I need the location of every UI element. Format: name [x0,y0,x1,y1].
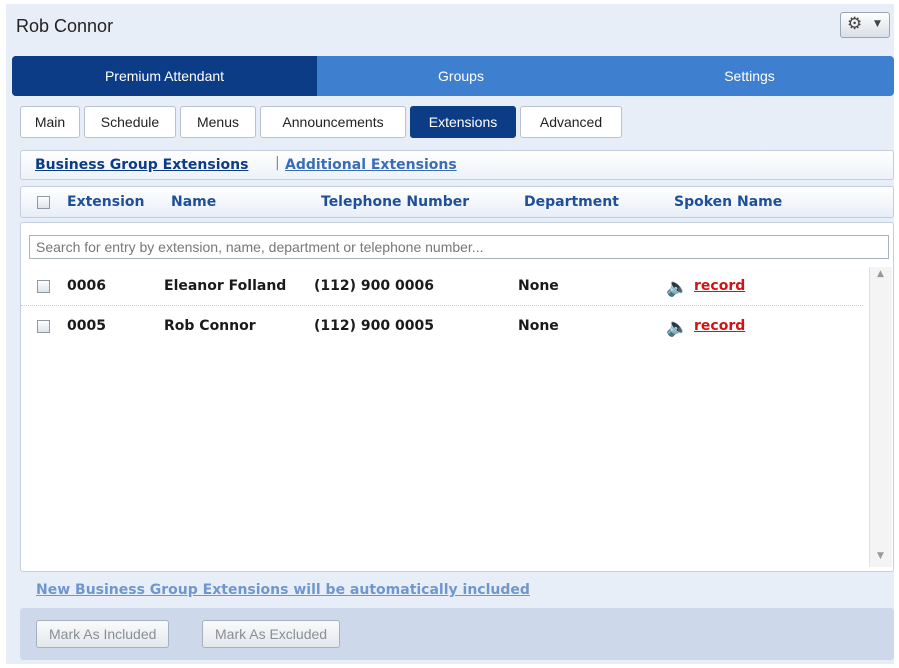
tab-premium-attendant[interactable]: Premium Attendant [12,56,317,96]
mark-as-excluded-button[interactable]: Mark As Excluded [202,620,341,648]
column-department[interactable]: Department [524,194,619,210]
column-spoken-name[interactable]: Spoken Name [674,194,782,210]
scroll-down-icon[interactable]: ▼ [877,551,884,561]
title-bar: Rob Connor ⚙ ▼ [6,4,894,52]
column-telephone-number[interactable]: Telephone Number [321,194,469,210]
table-row[interactable]: 0006 Eleanor Folland (112) 900 0006 None… [21,269,863,306]
extension-list: 0006 Eleanor Folland (112) 900 0006 None… [20,222,894,572]
subtab-menus[interactable]: Menus [180,106,256,138]
main-tab-bar: Premium Attendant Groups Settings [12,56,894,96]
auto-include-note-link[interactable]: New Business Group Extensions will be au… [36,582,530,598]
record-link[interactable]: record [694,278,745,294]
settings-menu-button[interactable]: ⚙ ▼ [840,12,890,38]
table-row[interactable]: 0005 Rob Connor (112) 900 0005 None 🔈 re… [21,309,863,345]
subtab-extensions[interactable]: Extensions [410,106,516,138]
speaker-icon[interactable]: 🔈 [666,277,688,298]
vertical-scrollbar[interactable]: ▲ ▼ [869,267,892,567]
row-department: None [518,318,559,334]
tab-settings[interactable]: Settings [605,56,894,96]
row-name: Eleanor Folland [164,278,287,294]
row-department: None [518,278,559,294]
subtab-advanced[interactable]: Advanced [520,106,622,138]
chevron-down-icon: ▼ [874,19,881,29]
link-separator: | [275,155,280,171]
scroll-up-icon[interactable]: ▲ [877,269,884,279]
row-extension: 0005 [67,318,106,334]
additional-extensions-link[interactable]: Additional Extensions [285,157,457,173]
row-extension: 0006 [67,278,106,294]
business-group-extensions-link[interactable]: Business Group Extensions [35,157,248,173]
subtab-announcements[interactable]: Announcements [260,106,406,138]
action-bar: Mark As Included Mark As Excluded [20,608,894,660]
table-header: Extension Name Telephone Number Departme… [20,186,894,218]
subtab-schedule[interactable]: Schedule [84,106,176,138]
column-extension[interactable]: Extension [67,194,144,210]
column-name[interactable]: Name [171,194,216,210]
mark-as-included-button[interactable]: Mark As Included [36,620,170,648]
record-link[interactable]: record [694,318,745,334]
row-checkbox[interactable] [37,280,50,293]
gear-icon: ⚙ [847,14,863,34]
row-telephone: (112) 900 0006 [314,278,434,294]
tab-groups[interactable]: Groups [317,56,605,96]
row-telephone: (112) 900 0005 [314,318,434,334]
row-checkbox[interactable] [37,320,50,333]
app-window: Rob Connor ⚙ ▼ Premium Attendant Groups … [6,4,894,664]
search-input[interactable] [29,235,889,259]
speaker-icon[interactable]: 🔈 [666,317,688,338]
window-title: Rob Connor [16,16,114,36]
row-name: Rob Connor [164,318,256,334]
extension-source-links: Business Group Extensions | Additional E… [20,150,894,180]
select-all-checkbox[interactable] [37,196,50,209]
subtab-main[interactable]: Main [20,106,80,138]
